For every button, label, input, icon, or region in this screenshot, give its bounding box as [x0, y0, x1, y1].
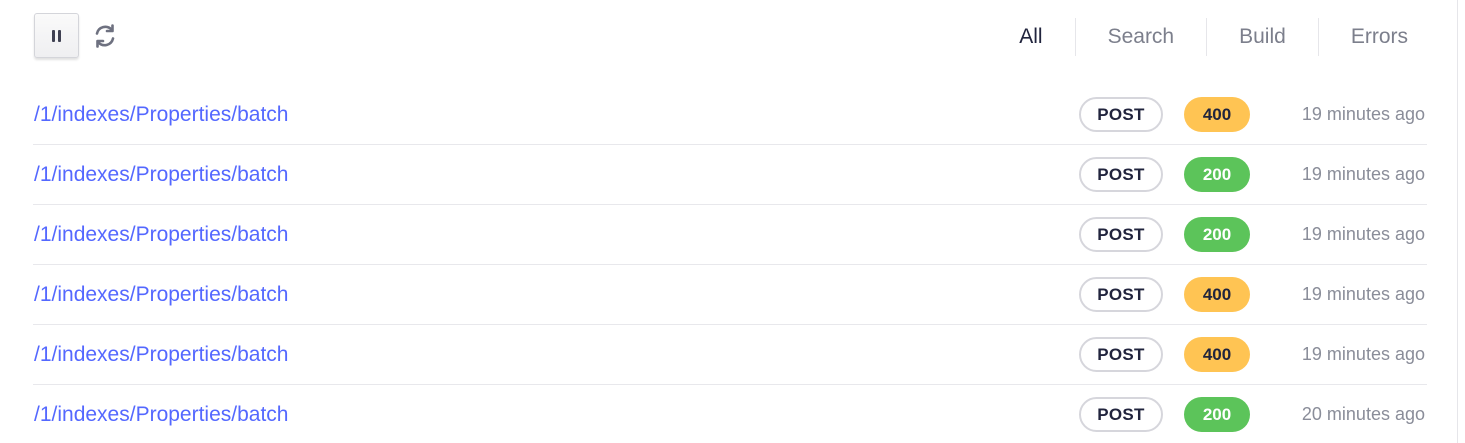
status-badge: 400 [1184, 277, 1250, 312]
method-badge: POST [1079, 217, 1163, 252]
log-path-link[interactable]: /1/indexes/Properties/batch [34, 85, 288, 144]
log-row[interactable]: /1/indexes/Properties/batch POST 400 19 … [33, 85, 1427, 145]
logs-toolbar: All Search Build Errors [34, 13, 1427, 61]
refresh-button[interactable] [92, 23, 118, 49]
log-path-link[interactable]: /1/indexes/Properties/batch [34, 265, 288, 324]
log-path-link[interactable]: /1/indexes/Properties/batch [34, 385, 288, 443]
log-list: /1/indexes/Properties/batch POST 400 19 … [33, 85, 1427, 443]
log-path-link[interactable]: /1/indexes/Properties/batch [34, 145, 288, 204]
pause-icon [52, 29, 61, 42]
tab-search[interactable]: Search [1074, 18, 1207, 56]
status-badge: 400 [1184, 97, 1250, 132]
tab-errors[interactable]: Errors [1317, 18, 1427, 56]
method-badge: POST [1079, 337, 1163, 372]
status-badge: 200 [1184, 217, 1250, 252]
timestamp: 19 minutes ago [1301, 164, 1425, 184]
method-badge: POST [1079, 157, 1163, 192]
log-path-link[interactable]: /1/indexes/Properties/batch [34, 205, 288, 264]
method-badge: POST [1079, 277, 1163, 312]
timestamp: 19 minutes ago [1301, 224, 1425, 244]
status-badge: 200 [1184, 397, 1250, 432]
timestamp: 19 minutes ago [1301, 344, 1425, 364]
scrollbar-divider [1457, 0, 1458, 443]
status-badge: 400 [1184, 337, 1250, 372]
method-badge: POST [1079, 97, 1163, 132]
filter-tabs: All Search Build Errors [987, 18, 1427, 56]
tab-build[interactable]: Build [1206, 18, 1318, 56]
logs-page: All Search Build Errors /1/indexes/Prope… [0, 0, 1465, 443]
timestamp: 19 minutes ago [1301, 284, 1425, 304]
log-row[interactable]: /1/indexes/Properties/batch POST 200 19 … [33, 145, 1427, 205]
timestamp: 19 minutes ago [1301, 104, 1425, 124]
status-badge: 200 [1184, 157, 1250, 192]
method-badge: POST [1079, 397, 1163, 432]
log-row[interactable]: /1/indexes/Properties/batch POST 200 19 … [33, 205, 1427, 265]
log-path-link[interactable]: /1/indexes/Properties/batch [34, 325, 288, 384]
refresh-icon [95, 24, 115, 48]
log-row[interactable]: /1/indexes/Properties/batch POST 400 19 … [33, 325, 1427, 385]
tab-all[interactable]: All [987, 18, 1074, 56]
log-row[interactable]: /1/indexes/Properties/batch POST 200 20 … [33, 385, 1427, 443]
log-row[interactable]: /1/indexes/Properties/batch POST 400 19 … [33, 265, 1427, 325]
timestamp: 20 minutes ago [1301, 404, 1425, 424]
pause-button[interactable] [34, 13, 79, 58]
